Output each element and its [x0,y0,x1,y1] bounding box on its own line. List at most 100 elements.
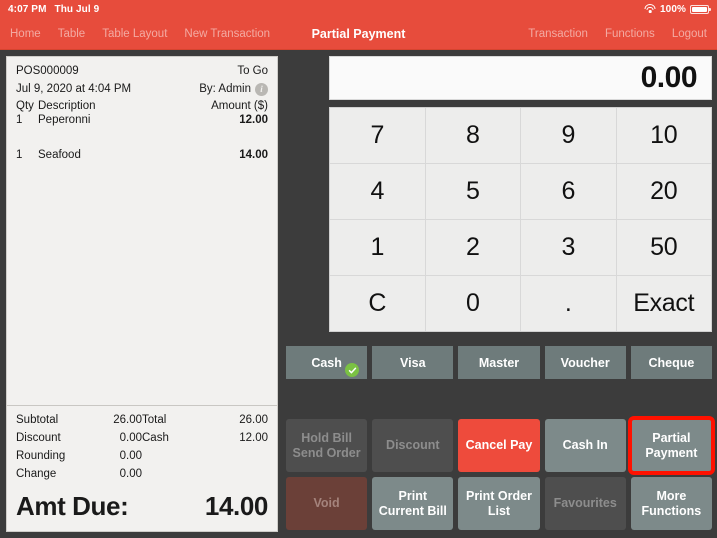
payment-method-voucher[interactable]: Voucher [544,346,626,379]
list-item[interactable]: 1 Seafood 14.00 [16,147,268,182]
receipt-column-headers: Qty Description Amount ($) [7,99,277,112]
favourites-button[interactable]: Favourites [544,477,626,530]
key-5[interactable]: 5 [425,164,520,219]
list-item[interactable]: 1 Peperonni 12.00 [16,112,268,147]
total-row-change: Change 0.00 [16,467,142,482]
key-6[interactable]: 6 [521,164,616,219]
payment-method-master[interactable]: Master [458,346,540,379]
item-qty: 1 [16,114,23,127]
key-0[interactable]: 0 [425,276,520,331]
payment-method-cash[interactable]: Cash [286,346,368,379]
info-icon[interactable]: i [255,82,268,96]
nav-item-logout[interactable]: Logout [672,28,707,40]
key-exact[interactable]: Exact [616,276,711,331]
item-description: Seafood [38,149,81,162]
receipt-totals: Subtotal 26.00 Discount 0.00 Rounding 0.… [7,405,277,485]
key-9[interactable]: 9 [521,108,616,163]
receipt-panel: POS000009 To Go Jul 9, 2020 at 4:04 PM B… [6,56,278,532]
column-header-description: Description [38,100,96,113]
main-stage: POS000009 To Go Jul 9, 2020 at 4:04 PM B… [0,50,717,538]
total-row-subtotal: Subtotal 26.00 [16,413,142,428]
payment-method-visa[interactable]: Visa [372,346,454,379]
item-qty: 1 [16,149,23,162]
nav-right-group: Transaction Functions Logout [528,28,707,40]
nav-item-new-transaction[interactable]: New Transaction [184,28,270,40]
partial-payment-button[interactable]: Partial Payment [627,416,715,475]
discount-button[interactable]: Discount [372,419,454,472]
cancel-pay-button[interactable]: Cancel Pay [458,419,540,472]
key-clear[interactable]: C [330,276,425,331]
payment-method-cheque[interactable]: Cheque [630,346,713,379]
status-date: Thu Jul 9 [54,3,100,15]
wifi-icon [644,4,656,14]
print-current-bill-button[interactable]: Print Current Bill [372,477,454,530]
numeric-keypad: 7 8 9 10 4 5 6 20 1 2 3 50 C 0 . Exact [329,107,712,332]
totals-left-column: Subtotal 26.00 Discount 0.00 Rounding 0.… [16,413,142,485]
key-1[interactable]: 1 [330,220,425,275]
order-type: To Go [237,65,268,77]
order-cashier: By: Admin [199,82,251,95]
payment-method-label: Cash [311,355,342,370]
column-header-amount: Amount ($) [211,100,268,113]
check-icon [345,363,360,377]
nav-item-table[interactable]: Table [58,28,86,40]
key-8[interactable]: 8 [425,108,520,163]
status-bar: 4:07 PM Thu Jul 9 100% [0,0,717,18]
total-row-total: Total 26.00 [142,413,268,428]
total-label: Change [16,468,57,481]
total-label: Cash [142,432,169,445]
nav-item-home[interactable]: Home [10,28,41,40]
print-order-list-button[interactable]: Print Order List [458,477,540,530]
total-value: 0.00 [119,450,142,463]
void-button[interactable]: Void [286,477,368,530]
cash-in-button[interactable]: Cash In [544,419,626,472]
amount-display[interactable]: 0.00 [329,56,712,100]
payment-method-label: Voucher [560,355,610,370]
key-4[interactable]: 4 [330,164,425,219]
payment-method-label: Visa [400,355,426,370]
total-value: 26.00 [113,414,142,427]
total-label: Subtotal [16,414,59,427]
amount-due-value: 14.00 [204,491,268,521]
more-functions-button[interactable]: More Functions [630,477,712,530]
item-amount: 14.00 [239,149,268,162]
receipt-header: POS000009 To Go Jul 9, 2020 at 4:04 PM B… [7,57,277,99]
column-header-qty: Qty [16,100,34,113]
hold-bill-send-order-button[interactable]: Hold Bill Send Order [286,419,368,472]
action-button-grid: Hold Bill Send Order Discount Cancel Pay … [284,416,715,532]
total-value: 0.00 [119,432,142,445]
nav-item-functions[interactable]: Functions [605,28,655,40]
total-label: Rounding [16,450,66,463]
item-amount: 12.00 [239,114,268,127]
payment-pane: 0.00 7 8 9 10 4 5 6 20 1 2 3 50 C 0 . Ex… [284,56,715,532]
nav-left-group: Home Table Table Layout New Transaction [10,28,270,40]
key-3[interactable]: 3 [521,220,616,275]
total-value: 26.00 [239,414,268,427]
order-cashier-group: By: Admin i [199,82,268,98]
battery-percent-label: 100% [660,3,686,15]
payment-method-label: Cheque [648,355,695,370]
key-2[interactable]: 2 [425,220,520,275]
total-row-discount: Discount 0.00 [16,431,142,446]
key-20[interactable]: 20 [616,164,711,219]
total-label: Total [142,414,167,427]
status-indicators: 100% [644,3,711,15]
calculator-area: 0.00 7 8 9 10 4 5 6 20 1 2 3 50 C 0 . Ex… [284,56,712,332]
order-id: POS000009 [16,65,79,77]
payment-method-bar: Cash Visa Master Voucher Cheque [284,332,713,379]
key-7[interactable]: 7 [330,108,425,163]
key-10[interactable]: 10 [616,108,711,163]
key-decimal[interactable]: . [521,276,616,331]
nav-item-table-layout[interactable]: Table Layout [102,28,167,40]
totals-right-column: Total 26.00 Cash 12.00 [142,413,268,485]
key-50[interactable]: 50 [616,220,711,275]
total-row-rounding: Rounding 0.00 [16,449,142,464]
receipt-items-list: 1 Peperonni 12.00 1 Seafood 14.00 [7,112,277,405]
nav-item-transaction[interactable]: Transaction [528,28,588,40]
amount-due-label: Amt Due: [16,491,129,521]
navigation-bar: Home Table Table Layout New Transaction … [0,18,717,50]
battery-icon [690,4,711,14]
total-label: Discount [16,432,61,445]
total-value: 0.00 [119,468,142,481]
status-time: 4:07 PM [8,3,47,15]
